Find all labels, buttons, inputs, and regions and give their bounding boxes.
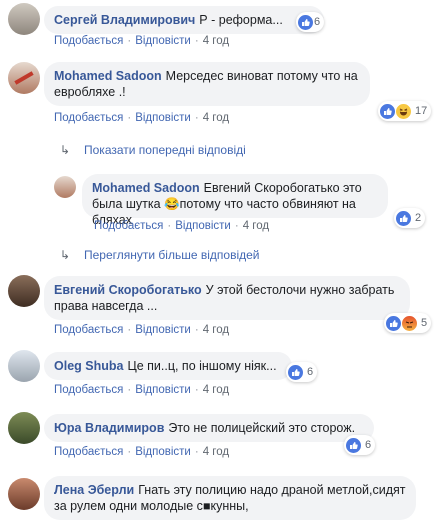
separator-dot: · [194,35,199,47]
comment-author[interactable]: Евгений Скоробогатько [54,283,202,297]
like-reaction-icon [380,103,395,119]
avatar[interactable] [8,478,40,510]
separator-dot: · [234,220,239,232]
separator-dot: · [167,220,172,232]
comment-author[interactable]: Сергей Владимирович [54,13,195,27]
like-reaction-icon [396,210,411,226]
like-link[interactable]: Подобається [54,384,123,396]
like-reaction-icon [298,14,313,30]
comment-bubble: Mohamed Sadoon Мерседес виноват потому чт… [44,62,370,106]
avatar[interactable] [54,176,76,198]
comment-bubble: Евгений Скоробогатько У этой бестолочи ну… [44,276,410,320]
like-link[interactable]: Подобається [94,220,163,232]
reaction-count[interactable]: 5 [384,313,432,333]
comment-actions: Подобається · Відповісти · 4 год [54,446,229,458]
view-more-replies-link[interactable]: Переглянути більше відповідей [84,248,259,262]
avatar[interactable] [8,275,40,307]
comment-bubble: Юра Владимиров Это не полицейский это сто… [44,414,374,442]
like-link[interactable]: Подобається [54,112,123,124]
comment-actions: Подобається · Відповісти · 4 год [54,384,229,396]
comment-bubble: Mohamed Sadoon Евгений Скоробогатько это … [82,174,388,227]
reply-link[interactable]: Відповісти [175,220,231,232]
haha-reaction-icon [396,103,411,119]
reaction-count-number: 2 [415,212,422,224]
separator-dot: · [127,324,132,336]
separator-dot: · [194,384,199,396]
comment-bubble: Лена Эберли Гнать эту полицию надо драной… [44,476,416,520]
avatar[interactable] [8,62,40,94]
show-previous-replies-link[interactable]: Показати попередні відповіді [84,143,246,157]
comment-bubble: Oleg Shuba Це пи..ц, по іншому ніяк... [44,352,292,380]
reply-link[interactable]: Відповісти [135,112,191,124]
comment-text-end: кунны, [210,499,249,513]
reply-link[interactable]: Відповісти [135,384,191,396]
reaction-count[interactable]: 6 [296,12,325,32]
comment-actions: Подобається · Відповісти · 4 год [94,220,269,232]
comment-time[interactable]: 4 год [203,446,229,458]
reaction-count[interactable]: 6 [286,362,318,382]
comment-time[interactable]: 4 год [203,35,229,47]
emoji: 😂 [164,197,180,211]
comment-author[interactable]: Юра Владимиров [54,421,164,435]
separator-dot: · [127,384,132,396]
like-link[interactable]: Подобається [54,324,123,336]
comment-actions: Подобається · Відповісти · 4 год [54,324,229,336]
like-reaction-icon [288,364,303,380]
comment-time[interactable]: 4 год [203,384,229,396]
angry-reaction-icon [402,315,417,331]
reaction-count-number: 6 [365,439,372,451]
comment-actions: Подобається · Відповісти · 4 год [54,35,229,47]
like-link[interactable]: Подобається [54,35,123,47]
comment-time[interactable]: 4 год [243,220,269,232]
reaction-count[interactable]: 6 [344,435,376,455]
like-reaction-icon [386,315,401,331]
like-link[interactable]: Подобається [54,446,123,458]
comment-text: Це пи..ц, по іншому ніяк... [127,359,277,373]
reaction-count[interactable]: 17 [378,101,432,121]
like-reaction-icon [346,437,361,453]
separator-dot: · [194,446,199,458]
comment-author[interactable]: Лена Эберли [54,483,134,497]
comment-author[interactable]: Oleg Shuba [54,359,123,373]
reply-arrow-icon: ↳ [60,143,71,157]
reaction-count-number: 6 [314,16,321,28]
comment-text: Р - реформа... [199,13,283,27]
comment-author[interactable]: Mohamed Sadoon [92,181,200,195]
comment-author[interactable]: Mohamed Sadoon [54,69,162,83]
separator-dot: · [194,112,199,124]
reply-link[interactable]: Відповісти [135,35,191,47]
reply-arrow-icon: ↳ [60,248,71,262]
avatar[interactable] [8,412,40,444]
avatar[interactable] [8,350,40,382]
avatar[interactable] [8,3,40,35]
comment-text: Это не полицейский это сторож. [168,421,356,435]
reply-link[interactable]: Відповісти [135,446,191,458]
separator-dot: · [127,35,132,47]
reaction-count-number: 17 [415,105,428,117]
reply-link[interactable]: Відповісти [135,324,191,336]
comment-bubble: Сергей Владимирович Р - реформа... [44,6,324,34]
separator-dot: · [194,324,199,336]
reaction-count-number: 6 [307,366,314,378]
reaction-count[interactable]: 2 [394,208,426,228]
reaction-count-number: 5 [421,317,428,329]
comment-time[interactable]: 4 год [203,112,229,124]
comment-actions: Подобається · Відповісти · 4 год [54,112,229,124]
separator-dot: · [127,446,132,458]
comment-time[interactable]: 4 год [203,324,229,336]
separator-dot: · [127,112,132,124]
